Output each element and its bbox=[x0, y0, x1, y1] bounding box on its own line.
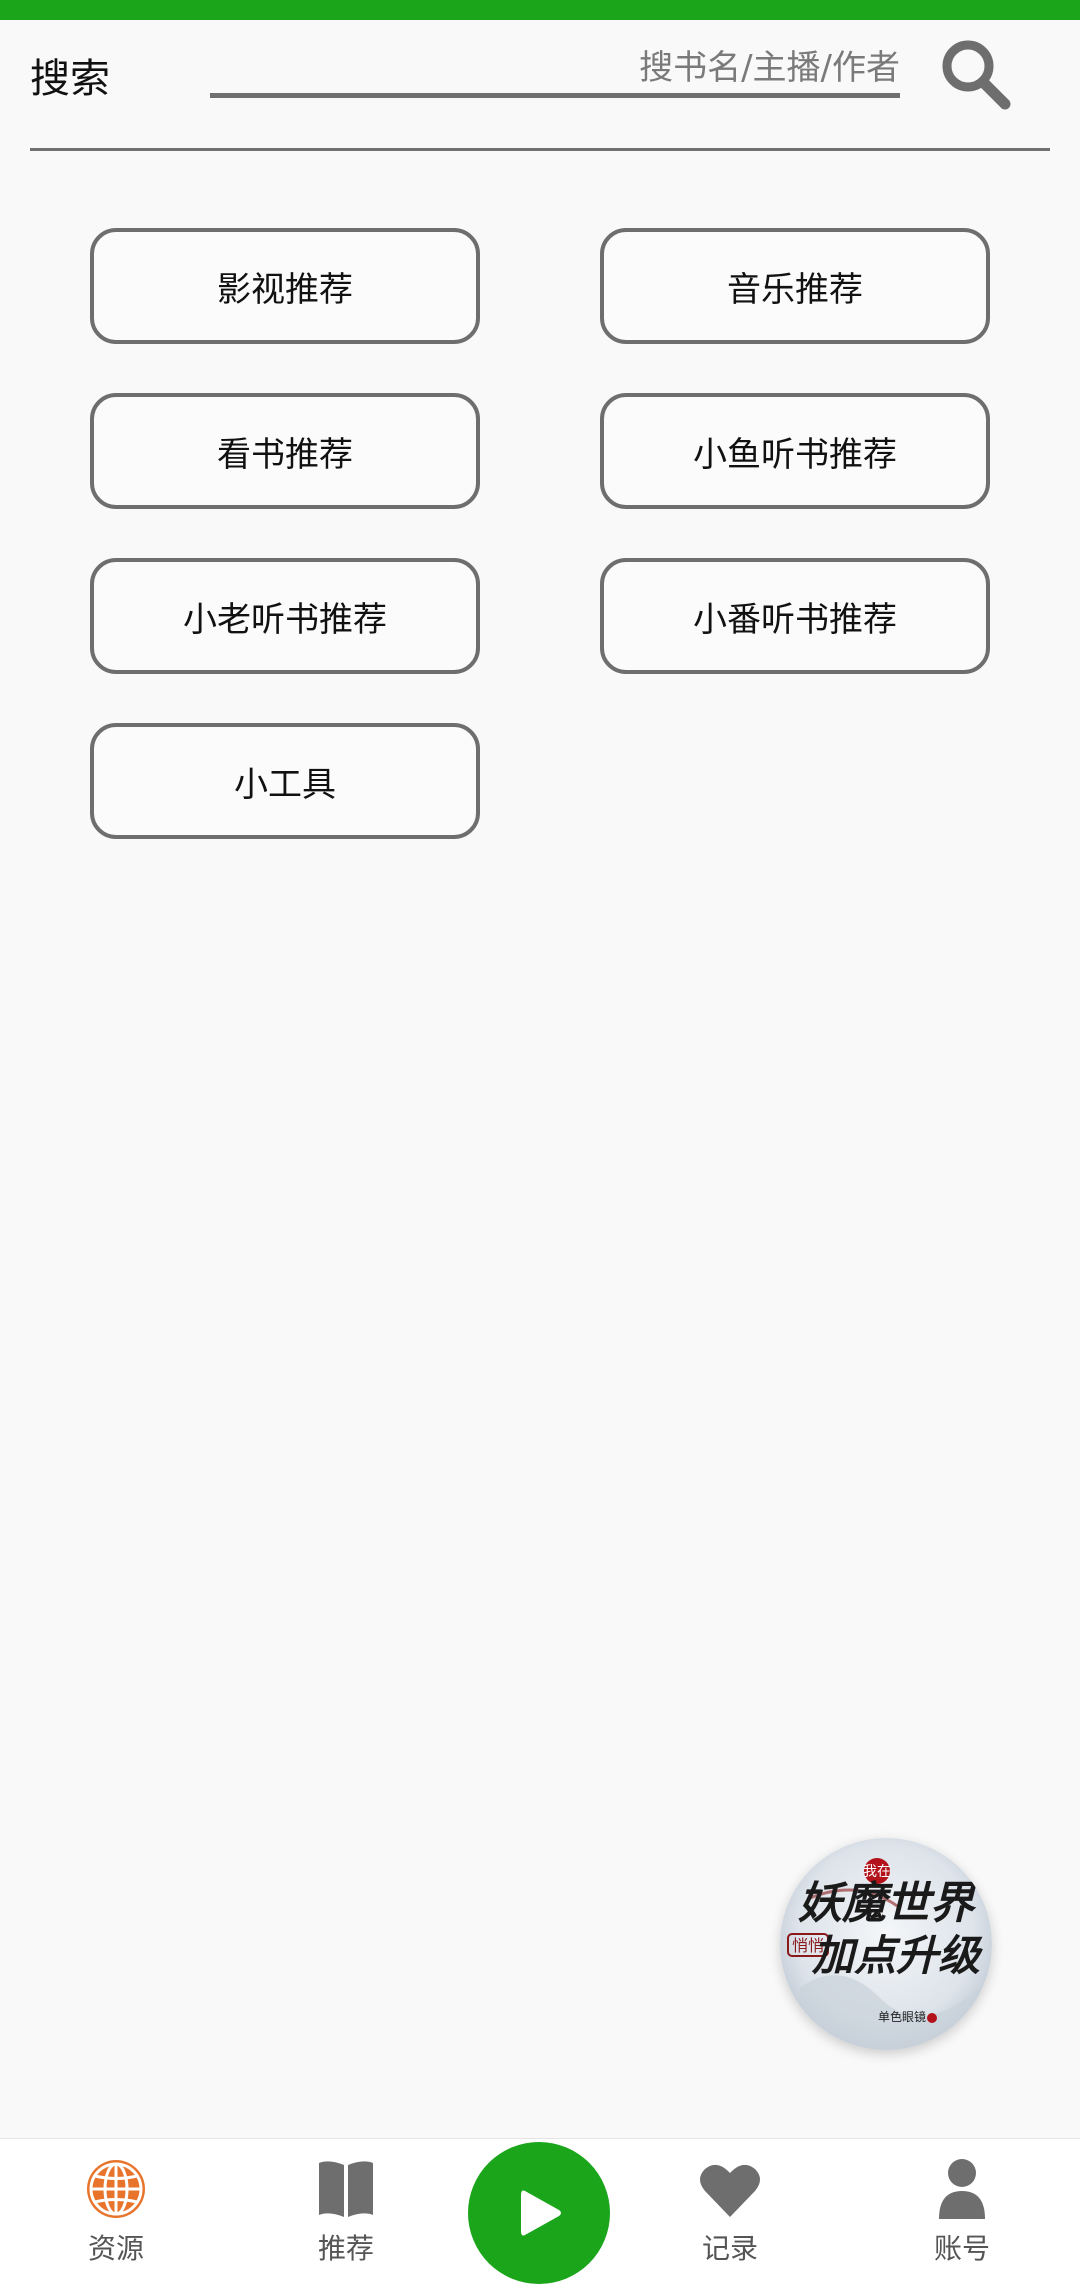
nav-label-account: 账号 bbox=[933, 2232, 990, 2265]
movie-recommend-button[interactable]: 影视推荐 bbox=[90, 228, 480, 344]
person-icon bbox=[939, 2159, 985, 2219]
tools-button[interactable]: 小工具 bbox=[90, 723, 480, 839]
nav-item-resources[interactable]: 资源 bbox=[36, 2157, 196, 2277]
xiaoyu-audiobook-recommend-button[interactable]: 小鱼听书推荐 bbox=[600, 393, 990, 509]
play-icon bbox=[521, 2190, 561, 2236]
xiaofan-audiobook-recommend-button[interactable]: 小番听书推荐 bbox=[600, 558, 990, 674]
nav-item-history[interactable]: 记录 bbox=[650, 2157, 810, 2277]
album-cover-image: 我在 妖魔世界 悄悄 加点升级 单色眼镜 bbox=[780, 1838, 992, 2050]
svg-text:加点升级: 加点升级 bbox=[811, 1931, 983, 1980]
nav-label-history: 记录 bbox=[701, 2232, 758, 2265]
heart-icon bbox=[700, 2164, 760, 2217]
globe-icon bbox=[87, 2160, 145, 2218]
nav-label-recommend: 推荐 bbox=[317, 2232, 374, 2265]
search-divider bbox=[30, 148, 1050, 151]
play-button[interactable] bbox=[468, 2142, 610, 2284]
search-label: 搜索 bbox=[30, 56, 110, 102]
nav-item-account[interactable]: 账号 bbox=[882, 2157, 1042, 2277]
search-button[interactable] bbox=[935, 34, 1015, 114]
search-input[interactable] bbox=[210, 42, 900, 98]
search-icon bbox=[942, 40, 1011, 110]
book-recommend-button[interactable]: 看书推荐 bbox=[90, 393, 480, 509]
music-recommend-button[interactable]: 音乐推荐 bbox=[600, 228, 990, 344]
svg-text:妖魔世界: 妖魔世界 bbox=[798, 1878, 977, 1929]
nav-item-recommend[interactable]: 推荐 bbox=[266, 2157, 426, 2277]
book-icon bbox=[319, 2161, 373, 2217]
nav-label-resources: 资源 bbox=[87, 2232, 144, 2265]
now-playing-cover[interactable]: 我在 妖魔世界 悄悄 加点升级 单色眼镜 bbox=[780, 1838, 992, 2050]
svg-text:单色眼镜: 单色眼镜 bbox=[878, 2009, 926, 2024]
status-bar bbox=[0, 0, 1080, 20]
search-bar: 搜索 bbox=[0, 20, 1080, 150]
xiaolao-audiobook-recommend-button[interactable]: 小老听书推荐 bbox=[90, 558, 480, 674]
